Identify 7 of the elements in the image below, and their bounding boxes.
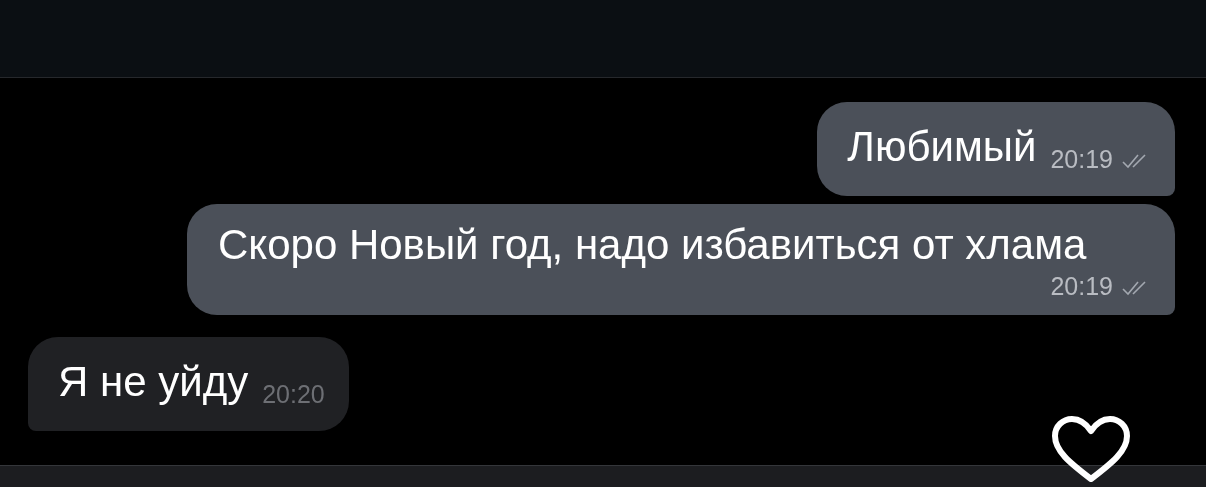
message-time: 20:20 xyxy=(262,382,325,407)
message-time: 20:19 xyxy=(1050,274,1113,299)
message-text: Я не уйду xyxy=(58,357,249,407)
message-text: Скоро Новый год, надо избавиться от хлама xyxy=(218,220,1088,270)
message-text: Любимый xyxy=(847,122,1037,172)
message-time: 20:19 xyxy=(1050,147,1113,172)
heart-icon[interactable] xyxy=(1050,415,1132,485)
